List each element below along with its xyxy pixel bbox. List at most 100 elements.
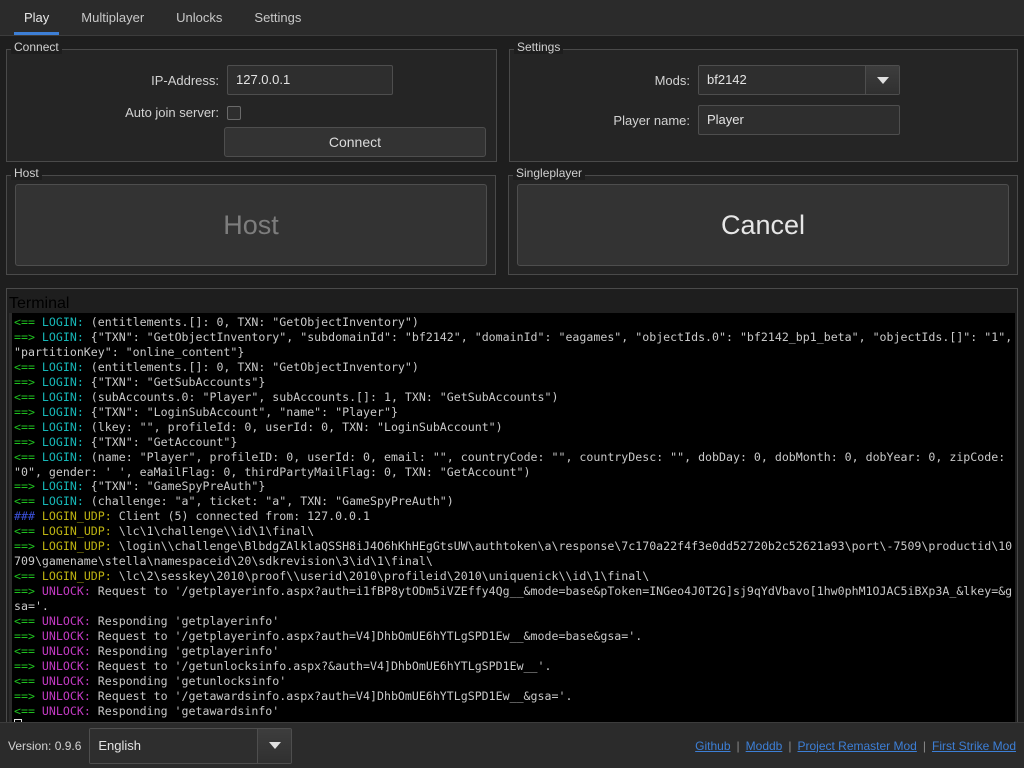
terminal-message: Responding 'getunlocksinfo'	[90, 673, 287, 688]
settings-group-title: Settings	[514, 41, 564, 54]
terminal-direction-marker: ==>	[14, 404, 35, 419]
terminal-message: (name: "Player", profileID: 0, userId: 0…	[14, 449, 1013, 479]
version-label: Version: 0.9.6	[8, 738, 82, 753]
ip-address-label: IP-Address:	[151, 72, 219, 88]
player-name-field-row: Player name: Player	[520, 105, 1007, 135]
terminal-direction-marker: ==>	[14, 658, 35, 673]
terminal-channel-tag: UNLOCK:	[34, 703, 91, 718]
terminal-direction-marker: ==>	[14, 479, 35, 494]
language-dropdown[interactable]: English	[89, 727, 293, 764]
terminal-message: {"TXN": "LoginSubAccount", "name": "Play…	[83, 404, 398, 419]
terminal-direction-marker: <==	[14, 494, 35, 509]
terminal-group-title: Terminal	[9, 295, 70, 312]
footer-link-first-strike-mod[interactable]: First Strike Mod	[932, 739, 1016, 753]
terminal-line: ==> LOGIN: {"TXN": "GetObjectInventory",…	[14, 330, 1015, 360]
terminal-line: <== LOGIN: (subAccounts.0: "Player", sub…	[14, 390, 1015, 405]
terminal-channel-tag: LOGIN:	[34, 419, 84, 434]
terminal-line: <== UNLOCK: Responding 'getplayerinfo'	[14, 614, 1015, 629]
footer-link-github[interactable]: Github	[695, 739, 730, 753]
player-name-input[interactable]: Player	[698, 105, 900, 135]
terminal-message: (lkey: "", profileId: 0, userId: 0, TXN:…	[83, 419, 503, 434]
terminal-direction-marker: ==>	[14, 329, 35, 344]
chevron-down-icon[interactable]	[257, 728, 292, 763]
terminal-channel-tag: UNLOCK:	[34, 688, 91, 703]
mods-field-row: Mods: bf2142	[520, 65, 1007, 95]
terminal-line: <== LOGIN: (entitlements.[]: 0, TXN: "Ge…	[14, 315, 1015, 330]
terminal-channel-tag: UNLOCK:	[34, 673, 91, 688]
terminal-direction-marker: <==	[14, 449, 35, 464]
terminal-message: (entitlements.[]: 0, TXN: "GetObjectInve…	[83, 315, 419, 329]
tab-multiplayer[interactable]: Multiplayer	[65, 0, 160, 35]
terminal-channel-tag: LOGIN:	[34, 329, 84, 344]
auto-join-label: Auto join server:	[125, 105, 219, 120]
terminal-direction-marker: <==	[14, 673, 35, 688]
status-bar: Version: 0.9.6 English Github | Moddb | Proj…	[0, 722, 1024, 768]
chevron-down-icon[interactable]	[865, 66, 899, 94]
tab-unlocks[interactable]: Unlocks	[160, 0, 238, 35]
footer-link-moddb[interactable]: Moddb	[746, 739, 783, 753]
host-groupbox: Host Host	[6, 167, 497, 275]
terminal-channel-tag: LOGIN:	[34, 389, 84, 404]
terminal-line: ==> LOGIN: {"TXN": "GetAccount"}	[14, 435, 1015, 450]
terminal-line: ==> LOGIN_UDP: \login\\challenge\BlbdgZA…	[14, 539, 1015, 569]
link-separator: |	[736, 738, 740, 753]
connect-button-row: Connect	[17, 127, 486, 157]
host-group-title: Host	[11, 167, 42, 180]
terminal-line: ==> UNLOCK: Request to '/getunlocksinfo.…	[14, 659, 1015, 674]
terminal-line: ==> LOGIN: {"TXN": "GameSpyPreAuth"}	[14, 479, 1015, 494]
terminal-channel-tag: LOGIN_UDP:	[34, 509, 112, 524]
terminal-line: <== UNLOCK: Responding 'getunlocksinfo'	[14, 674, 1015, 689]
mods-dropdown-value: bf2142	[699, 66, 865, 94]
terminal-channel-tag: LOGIN:	[34, 494, 84, 509]
terminal-message: Responding 'getplayerinfo'	[90, 643, 280, 658]
terminal-message: {"TXN": "GetObjectInventory", "subdomain…	[14, 329, 1013, 359]
terminal-line: <== LOGIN: (name: "Player", profileID: 0…	[14, 450, 1015, 480]
terminal-direction-marker: <==	[14, 419, 35, 434]
terminal-message: \lc\2\sesskey\2010\proof\\userid\2010\pr…	[111, 569, 650, 584]
tab-label: Multiplayer	[81, 10, 145, 25]
connect-button[interactable]: Connect	[223, 127, 486, 157]
terminal-channel-tag: LOGIN:	[34, 479, 84, 494]
terminal-line: ### LOGIN_UDP: Client (5) connected from…	[14, 509, 1015, 524]
footer-links: Github | Moddb | Project Remaster Mod | First …	[695, 739, 1016, 753]
terminal-message: (challenge: "a", ticket: "a", TXN: "Game…	[83, 494, 454, 509]
terminal-line: <== LOGIN: (entitlements.[]: 0, TXN: "Ge…	[14, 360, 1015, 375]
terminal-direction-marker: <==	[14, 524, 35, 539]
terminal-channel-tag: UNLOCK:	[34, 658, 91, 673]
terminal-output[interactable]: <== LOGIN: (entitlements.[]: 0, TXN: "Ge…	[9, 313, 1015, 737]
mods-label: Mods:	[654, 72, 690, 88]
cancel-button[interactable]: Cancel	[517, 184, 1009, 266]
tab-play[interactable]: Play	[8, 0, 65, 35]
terminal-direction-marker: <==	[14, 643, 35, 658]
terminal-direction-marker: <==	[14, 703, 35, 718]
tab-label: Unlocks	[176, 10, 223, 25]
auto-join-checkbox[interactable]	[227, 105, 241, 120]
terminal-direction-marker: <==	[14, 315, 35, 329]
terminal-message: Client (5) connected from: 127.0.0.1	[111, 509, 370, 524]
terminal-channel-tag: LOGIN:	[34, 315, 84, 329]
host-button[interactable]: Host	[15, 184, 488, 266]
footer-link-project-remaster-mod[interactable]: Project Remaster Mod	[797, 739, 916, 753]
terminal-groupbox: Terminal <== LOGIN: (entitlements.[]: 0,…	[6, 288, 1018, 737]
terminal-direction-marker: <==	[14, 389, 35, 404]
terminal-message: Responding 'getawardsinfo'	[90, 703, 280, 718]
top-panels-row: Connect IP-Address: 127.0.0.1 Auto join …	[0, 36, 1024, 162]
ip-address-input[interactable]: 127.0.0.1	[227, 65, 393, 95]
terminal-channel-tag: LOGIN:	[34, 359, 84, 374]
connect-group-title: Connect	[11, 41, 62, 54]
terminal-line: ==> LOGIN: {"TXN": "GetSubAccounts"}	[14, 375, 1015, 390]
mods-dropdown[interactable]: bf2142	[698, 65, 900, 95]
language-dropdown-value: English	[90, 728, 258, 763]
terminal-message: (entitlements.[]: 0, TXN: "GetObjectInve…	[83, 359, 419, 374]
terminal-message: Request to '/getunlocksinfo.aspx?&auth=V…	[90, 658, 552, 673]
terminal-direction-marker: ==>	[14, 434, 35, 449]
terminal-message: Request to '/getplayerinfo.aspx?auth=V4]…	[90, 629, 643, 644]
terminal-message: {"TXN": "GameSpyPreAuth"}	[83, 479, 266, 494]
terminal-direction-marker: ==>	[14, 374, 35, 389]
terminal-channel-tag: LOGIN_UDP:	[34, 539, 112, 554]
terminal-channel-tag: UNLOCK:	[34, 614, 91, 629]
terminal-message: \lc\1\challenge\\id\1\final\	[111, 524, 315, 539]
bottom-panels-row: Host Host Singleplayer Cancel	[0, 162, 1024, 275]
tab-settings[interactable]: Settings	[238, 0, 317, 35]
terminal-channel-tag: LOGIN:	[34, 434, 84, 449]
